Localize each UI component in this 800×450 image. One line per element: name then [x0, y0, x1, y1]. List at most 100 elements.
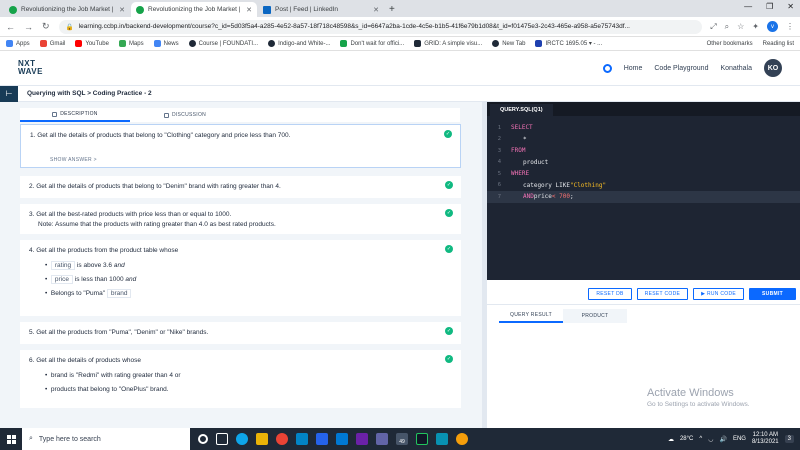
bookmark-label: New Tab	[502, 40, 526, 47]
weather-icon[interactable]: ☁	[668, 436, 674, 443]
browser-tab-2[interactable]: Revolutionizing the Job Market | ✕	[131, 2, 257, 17]
forward-icon[interactable]: →	[24, 22, 33, 32]
bookmark-dont-wait[interactable]: Don't wait for offici...	[340, 40, 404, 47]
question-6[interactable]: 6. Get all the details of products whose…	[20, 350, 461, 408]
bookmark-indigo[interactable]: Indigo-and White-...	[268, 40, 330, 47]
nav-home[interactable]: Home	[624, 65, 643, 72]
avatar[interactable]: KO	[764, 59, 782, 77]
temperature: 28°C	[679, 436, 694, 442]
close-icon[interactable]: ✕	[119, 6, 125, 14]
bookmark-new-tab[interactable]: New Tab	[492, 40, 525, 47]
grid-icon	[414, 40, 422, 47]
task-view-icon[interactable]	[216, 433, 228, 445]
irctc-icon	[535, 40, 543, 47]
question-1[interactable]: 1. Get all the details of products that …	[20, 124, 461, 168]
edge-icon[interactable]	[236, 433, 248, 445]
reading-list[interactable]: Reading list	[763, 41, 794, 47]
taskbar-search[interactable]: ⌕ Type here to search	[22, 428, 190, 450]
bookmark-course[interactable]: Course | FOUNDATI...	[188, 40, 258, 47]
bookmark-apps[interactable]: Apps	[6, 40, 30, 47]
tab-product[interactable]: PRODUCT	[563, 309, 627, 323]
breadcrumb: Querying with SQL > Coding Practice - 2	[27, 90, 152, 97]
bookmark-grid[interactable]: GRID: A simple visu...	[414, 40, 482, 47]
bookmark-gmail[interactable]: Gmail	[39, 40, 66, 47]
bookmark-news[interactable]: News	[153, 40, 179, 47]
clock[interactable]: 12:10 AM 8/13/2021	[752, 432, 779, 446]
question-text: 3. Get all the best-rated products with …	[29, 211, 232, 218]
maps-icon	[118, 40, 126, 47]
browser-tab-1[interactable]: Revolutionizing the Job Market | ✕	[4, 2, 130, 17]
share-icon[interactable]: ⤢	[710, 22, 716, 32]
question-4[interactable]: 4. Get all the products from the product…	[20, 240, 461, 316]
question-text: 5. Get all the products from "Puma", "De…	[29, 329, 209, 336]
bookmark-irctc[interactable]: IRCTC 1695.05 ▾ - ...	[535, 40, 602, 47]
theme-toggle-icon[interactable]	[602, 63, 612, 73]
question-5[interactable]: 5. Get all the products from "Puma", "De…	[20, 322, 461, 344]
code-line: 2 *	[487, 134, 800, 146]
address-bar-row: ← → ↻ 🔒 learning.ccbp.in/backend-develop…	[0, 17, 800, 37]
windows-start-icon[interactable]	[0, 428, 22, 450]
cortana-icon[interactable]	[198, 434, 208, 444]
bookmark-label: YouTube	[85, 40, 109, 47]
minimize-icon[interactable]: —	[744, 2, 752, 11]
submit-button[interactable]: SUBMIT	[749, 288, 796, 300]
close-window-icon[interactable]: ✕	[787, 2, 794, 11]
menu-icon[interactable]: ⋮	[786, 22, 794, 31]
tab-label: DISCUSSION	[171, 112, 207, 118]
tab-query-result[interactable]: QUERY RESULT	[499, 309, 563, 323]
browser-tab-3[interactable]: Post | Feed | LinkedIn ✕	[258, 2, 384, 17]
file-explorer-icon[interactable]	[256, 433, 268, 445]
code-line: 5 WHERE	[487, 168, 800, 180]
bookmark-label: Gmail	[49, 40, 66, 47]
star-icon[interactable]: ☆	[737, 22, 744, 31]
extensions-icon[interactable]: ✦	[752, 22, 759, 31]
app-badge-icon[interactable]: 49	[396, 433, 408, 445]
new-tab-icon[interactable]: +	[389, 4, 395, 17]
tray-chevron-icon[interactable]: ^	[699, 436, 702, 442]
teams-icon[interactable]	[376, 433, 388, 445]
notifications-icon[interactable]: 3	[784, 435, 794, 443]
github-icon	[492, 40, 500, 47]
network-icon[interactable]: ◡	[708, 436, 713, 443]
run-code-button[interactable]: ▶ RUN CODE	[693, 288, 745, 300]
terminal-icon[interactable]	[356, 433, 368, 445]
bookmark-label: Don't wait for offici...	[350, 40, 405, 47]
reset-code-button[interactable]: RESET CODE	[636, 288, 689, 300]
nav-code-playground[interactable]: Code Playground	[654, 65, 708, 72]
sidebar-toggle-icon[interactable]: ⊢	[0, 85, 18, 102]
github-icon	[268, 40, 276, 47]
code-line: 4 product	[487, 157, 800, 169]
chrome-icon[interactable]	[276, 433, 288, 445]
bookmark-maps[interactable]: Maps	[118, 40, 144, 47]
zoom-icon[interactable]: ⌕	[725, 22, 729, 32]
tab-description[interactable]: DESCRIPTION	[20, 108, 130, 122]
editor-body[interactable]: 1 SELECT 2 * 3 FROM 4 product 5 WHERE 6 catego…	[487, 116, 800, 203]
language[interactable]: ENG	[733, 436, 746, 442]
back-icon[interactable]: ←	[6, 22, 15, 32]
maximize-icon[interactable]: ❐	[766, 2, 773, 11]
mail-icon[interactable]	[296, 433, 308, 445]
question-2[interactable]: 2. Get all the details of products that …	[20, 176, 461, 198]
close-icon[interactable]: ✕	[246, 6, 252, 14]
photos-icon[interactable]	[316, 433, 328, 445]
bookmark-youtube[interactable]: YouTube	[75, 40, 109, 47]
app-icon[interactable]	[436, 433, 448, 445]
reload-icon[interactable]: ↻	[42, 21, 50, 32]
reset-db-button[interactable]: RESET DB	[588, 288, 632, 300]
code-editor[interactable]: QUERY.SQL(Q1) 1 SELECT 2 * 3 FROM 4 product …	[487, 102, 800, 280]
show-answer-link[interactable]: SHOW ANSWER >	[30, 155, 451, 165]
vscode-icon[interactable]	[336, 433, 348, 445]
nxtwave-logo[interactable]: NXT WAVE	[18, 60, 43, 76]
code-line: 6 category LIKE "Clothing"	[487, 180, 800, 192]
other-bookmarks[interactable]: Other bookmarks	[707, 41, 753, 47]
close-icon[interactable]: ✕	[373, 6, 379, 14]
profile-avatar[interactable]: v	[767, 21, 778, 32]
pycharm-icon[interactable]	[416, 433, 428, 445]
check-icon: ✓	[444, 130, 452, 138]
editor-tab-query[interactable]: QUERY.SQL(Q1)	[490, 104, 553, 116]
tab-discussion[interactable]: DISCUSSION	[130, 108, 240, 122]
question-3[interactable]: 3. Get all the best-rated products with …	[20, 204, 461, 234]
chrome-profile-icon[interactable]	[456, 433, 468, 445]
url-field[interactable]: 🔒 learning.ccbp.in/backend-development/c…	[58, 19, 703, 34]
volume-icon[interactable]: 🔊	[719, 436, 726, 443]
